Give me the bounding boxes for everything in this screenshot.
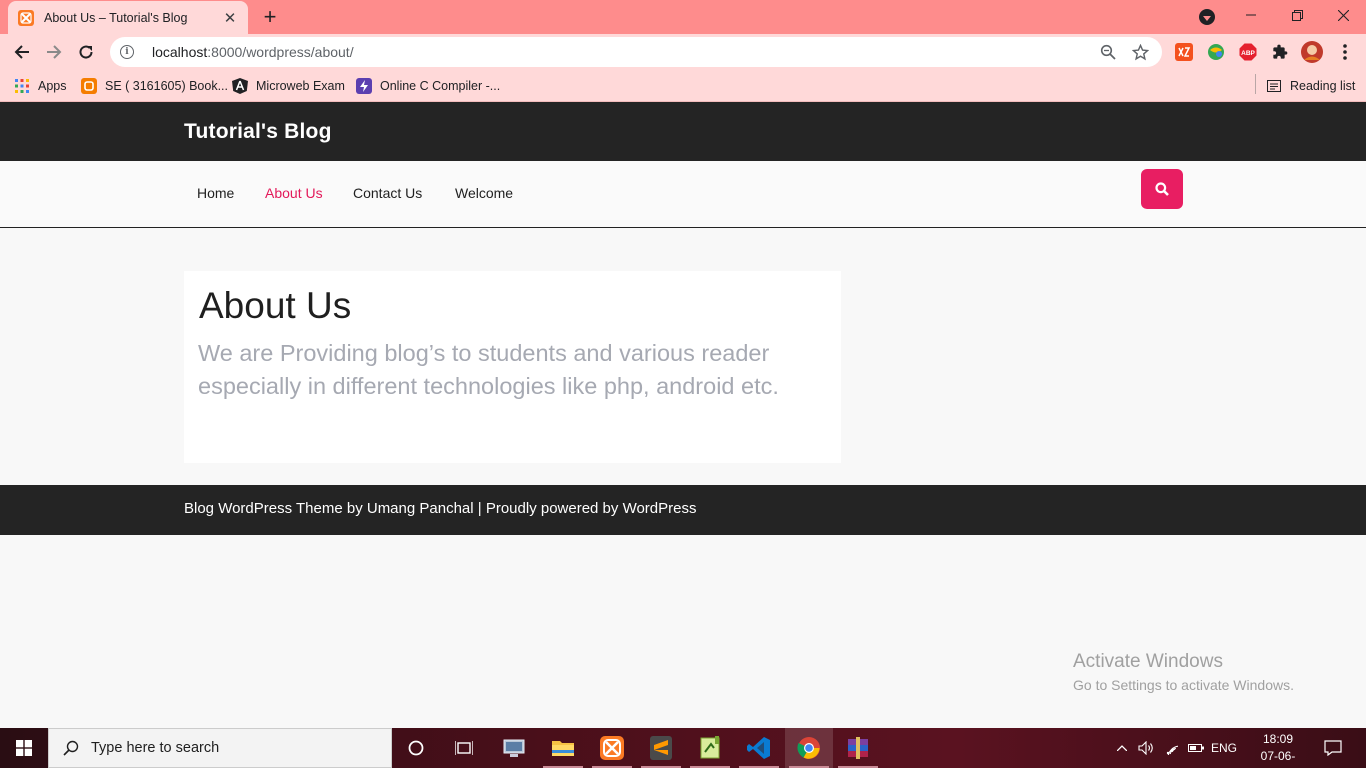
page-content-card: About Us We are Providing blog’s to stud… bbox=[184, 271, 841, 463]
wifi-icon[interactable] bbox=[1162, 728, 1184, 768]
clock-time: 18:09 bbox=[1262, 732, 1294, 746]
vs-code-icon[interactable] bbox=[735, 728, 783, 768]
battery-icon[interactable] bbox=[1186, 728, 1206, 768]
url-host: localhost bbox=[152, 44, 208, 60]
footer-theme-link[interactable]: Blog WordPress Theme by Umang Panchal bbox=[184, 500, 474, 517]
reading-list-label: Reading list bbox=[1290, 79, 1356, 93]
chrome-icon[interactable] bbox=[785, 728, 833, 768]
page-body-text: We are Providing blog’s to students and … bbox=[198, 340, 779, 399]
bookmark-label: Apps bbox=[38, 79, 67, 93]
file-explorer-icon[interactable] bbox=[539, 728, 587, 768]
nav-about-us[interactable]: About Us bbox=[265, 185, 323, 201]
zoom-icon[interactable] bbox=[1098, 42, 1118, 62]
url-path: :8000/wordpress/about/ bbox=[207, 44, 354, 60]
tab-title: About Us – Tutorial's Blog bbox=[44, 10, 188, 25]
bookmark-se-book[interactable]: SE ( 3161605) Book... bbox=[81, 76, 228, 96]
extension-translate-icon[interactable] bbox=[1175, 43, 1193, 61]
new-tab-button[interactable]: + bbox=[258, 4, 282, 29]
footer-credits: Blog WordPress Theme by Umang Panchal | … bbox=[184, 500, 696, 517]
back-arrow-icon[interactable] bbox=[8, 38, 36, 66]
taskbar-search-placeholder: Type here to search bbox=[91, 740, 220, 756]
windows-taskbar: Type here to search ENG 18:09 07-06- bbox=[0, 728, 1366, 768]
volume-icon[interactable] bbox=[1136, 728, 1158, 768]
site-footer: Blog WordPress Theme by Umang Panchal | … bbox=[0, 485, 1366, 535]
reading-list-icon bbox=[1266, 78, 1282, 94]
url-text: localhost:8000/wordpress/about/ bbox=[152, 44, 1098, 60]
site-info-icon[interactable]: i bbox=[120, 45, 134, 59]
activate-windows-watermark: Activate Windows Go to Settings to activ… bbox=[1073, 651, 1294, 693]
restore-icon[interactable] bbox=[1274, 0, 1320, 30]
minimize-icon[interactable] bbox=[1228, 0, 1274, 30]
bookmarks-bar: Apps SE ( 3161605) Book... Microweb Exam… bbox=[0, 70, 1366, 102]
browser-tabstrip: About Us – Tutorial's Blog ✕ + bbox=[0, 0, 1366, 34]
close-window-icon[interactable] bbox=[1320, 0, 1366, 30]
cortana-icon[interactable] bbox=[392, 728, 440, 768]
extension-globe-icon[interactable] bbox=[1207, 43, 1225, 61]
windows-start-icon[interactable] bbox=[0, 728, 48, 768]
xampp-icon[interactable] bbox=[588, 728, 636, 768]
adblock-label: ABP bbox=[1241, 50, 1255, 57]
page-title: About Us bbox=[199, 285, 352, 326]
site-title[interactable]: Tutorial's Blog bbox=[184, 120, 332, 144]
browser-toolbar: i localhost:8000/wordpress/about/ ABP bbox=[0, 34, 1366, 70]
watermark-title: Activate Windows bbox=[1073, 651, 1223, 672]
bookmark-label: SE ( 3161605) Book... bbox=[105, 79, 228, 93]
taskbar-search-box[interactable]: Type here to search bbox=[48, 728, 392, 768]
task-view-icon[interactable] bbox=[440, 728, 488, 768]
nav-welcome[interactable]: Welcome bbox=[455, 185, 513, 201]
bookmark-star-icon[interactable] bbox=[1130, 42, 1150, 62]
search-icon bbox=[63, 740, 79, 756]
bookmarks-divider bbox=[1255, 74, 1256, 94]
browser-tab-active[interactable]: About Us – Tutorial's Blog ✕ bbox=[8, 1, 248, 34]
address-bar[interactable]: i localhost:8000/wordpress/about/ bbox=[110, 37, 1162, 67]
search-icon bbox=[1155, 182, 1169, 196]
bookmark-label: Microweb Exam bbox=[256, 79, 345, 93]
bookmark-label: Online C Compiler -... bbox=[380, 79, 501, 93]
bolt-icon bbox=[356, 78, 372, 94]
site-navigation: Home About Us Contact Us Welcome bbox=[0, 161, 1366, 228]
clock-date: 07-06-2021 bbox=[1260, 749, 1296, 768]
notifications-icon[interactable] bbox=[1318, 728, 1348, 768]
bookmark-apps[interactable]: Apps bbox=[14, 76, 67, 96]
site-search-button[interactable] bbox=[1141, 169, 1183, 209]
profile-avatar[interactable] bbox=[1301, 41, 1323, 63]
blogger-icon bbox=[81, 78, 97, 94]
adblock-plus-icon[interactable]: ABP bbox=[1239, 43, 1257, 61]
angular-icon bbox=[232, 78, 248, 94]
tab-search-icon[interactable] bbox=[1199, 9, 1215, 25]
tab-close-icon[interactable]: ✕ bbox=[222, 10, 238, 27]
footer-separator: | bbox=[473, 500, 486, 517]
winrar-icon[interactable] bbox=[834, 728, 882, 768]
bookmark-microweb-exam[interactable]: Microweb Exam bbox=[232, 76, 345, 96]
reading-list-button[interactable]: Reading list bbox=[1266, 76, 1355, 96]
reload-icon[interactable] bbox=[72, 38, 100, 66]
sublime-text-icon[interactable] bbox=[637, 728, 685, 768]
site-header: Tutorial's Blog bbox=[0, 102, 1366, 161]
forward-arrow-icon[interactable] bbox=[40, 38, 68, 66]
show-hidden-icons-chevron-icon[interactable] bbox=[1113, 728, 1131, 768]
bookmark-online-c-compiler[interactable]: Online C Compiler -... bbox=[356, 76, 500, 96]
network-computer-icon[interactable] bbox=[490, 728, 538, 768]
watermark-subtitle: Go to Settings to activate Windows. bbox=[1073, 677, 1294, 693]
xampp-favicon-icon bbox=[18, 9, 34, 26]
extensions-puzzle-icon[interactable] bbox=[1271, 43, 1289, 61]
input-language[interactable]: ENG bbox=[1208, 728, 1240, 768]
nav-home[interactable]: Home bbox=[197, 185, 234, 201]
nav-contact-us[interactable]: Contact Us bbox=[353, 185, 422, 201]
system-clock[interactable]: 18:09 07-06-2021 bbox=[1256, 731, 1300, 768]
apps-grid-icon bbox=[14, 78, 30, 94]
footer-wordpress-link[interactable]: Proudly powered by WordPress bbox=[486, 500, 697, 517]
notepad-plus-plus-icon[interactable] bbox=[686, 728, 734, 768]
browser-menu-icon[interactable] bbox=[1336, 43, 1354, 61]
